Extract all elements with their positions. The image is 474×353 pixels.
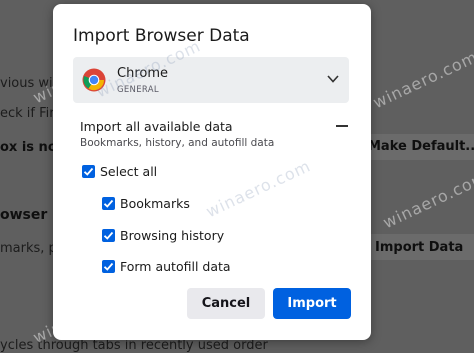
bg-import-data-button: Import Data	[375, 240, 464, 255]
checkmark-icon	[103, 199, 114, 208]
browsing-history-label: Browsing history	[120, 228, 225, 243]
section-subtitle: Bookmarks, history, and autofill data	[80, 137, 275, 149]
import-browser-data-dialog: Import Browser Data Chrome GENERAL Impor…	[53, 4, 371, 340]
checkmark-icon	[83, 167, 94, 176]
chevron-down-icon	[327, 75, 339, 83]
checkmark-icon	[103, 231, 114, 240]
collapse-icon[interactable]	[336, 125, 348, 127]
checkmark-icon	[103, 262, 114, 271]
bookmarks-label: Bookmarks	[120, 196, 190, 211]
bookmarks-checkbox[interactable]	[102, 197, 115, 210]
browsing-history-checkbox[interactable]	[102, 229, 115, 242]
watermark: winaero.com	[203, 156, 314, 222]
form-autofill-label: Form autofill data	[120, 259, 231, 274]
import-button[interactable]: Import	[273, 288, 351, 319]
cancel-button[interactable]: Cancel	[187, 288, 265, 319]
form-autofill-checkbox[interactable]	[102, 260, 115, 273]
section-title: Import all available data	[80, 119, 233, 134]
bg-make-default-button: Make Default...	[368, 139, 474, 154]
select-all-label: Select all	[100, 164, 158, 179]
dialog-title: Import Browser Data	[73, 26, 250, 46]
select-all-checkbox[interactable]	[82, 165, 95, 178]
